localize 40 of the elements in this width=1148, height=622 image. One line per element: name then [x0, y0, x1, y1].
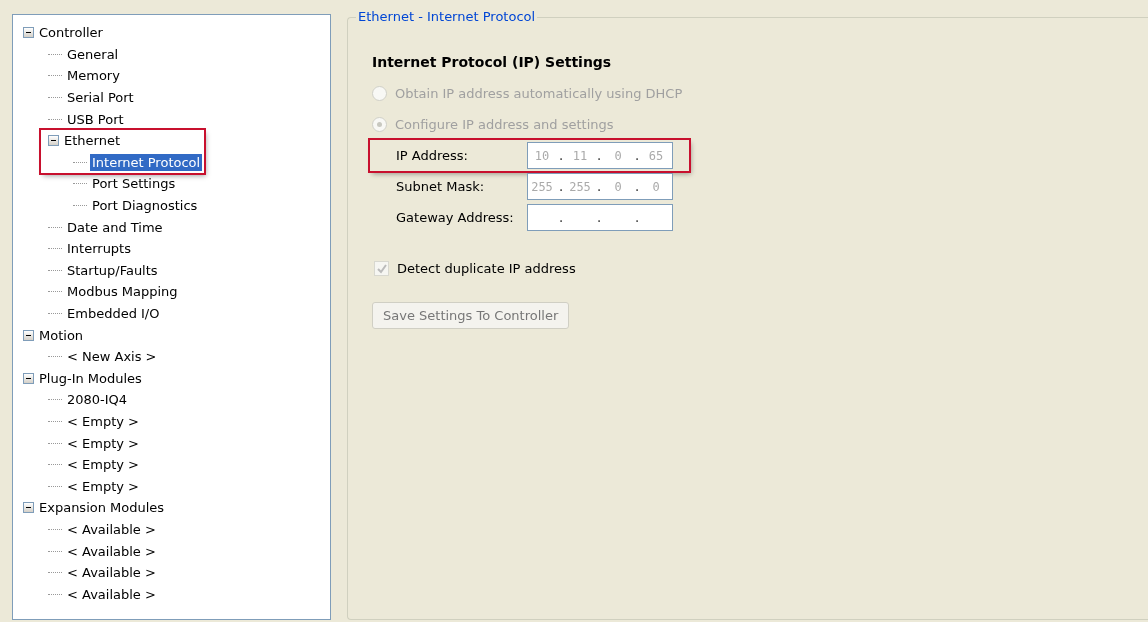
tree-item[interactable]: Plug-In Modules	[37, 369, 144, 387]
collapse-icon[interactable]	[23, 372, 34, 384]
ip-address-field[interactable]: 10 . 11 . 0 . 65	[527, 142, 673, 169]
tree-item[interactable]: Embedded I/O	[65, 305, 162, 322]
tree-item[interactable]: < Available >	[65, 520, 158, 538]
tree-item[interactable]: Date and Time	[65, 218, 165, 236]
tree-item[interactable]: Interrupts	[65, 240, 133, 258]
tree-item[interactable]: General	[65, 45, 121, 63]
ip-address-field[interactable]: . . .	[527, 204, 673, 231]
tree-item[interactable]: < Empty >	[65, 413, 141, 430]
tree-item[interactable]: < Empty >	[65, 477, 141, 495]
tree-item[interactable]: 2080-IQ4	[65, 391, 130, 409]
tree-item[interactable]: Serial Port	[65, 89, 136, 107]
field-label: Subnet Mask:	[396, 179, 486, 194]
collapse-icon[interactable]	[23, 502, 34, 514]
tree-item[interactable]: Expansion Modules	[37, 499, 167, 517]
tree-item[interactable]: < Empty >	[65, 434, 141, 452]
collapse-icon[interactable]	[48, 135, 59, 147]
tree-item[interactable]: < Available >	[65, 585, 158, 603]
tree-item[interactable]: Modbus Mapping	[65, 283, 180, 301]
field-label: Gateway Address:	[396, 210, 515, 225]
tree-item[interactable]: Port Diagnostics	[90, 197, 200, 215]
tree-item[interactable]: Motion	[37, 326, 86, 344]
tree-item[interactable]: USB Port	[65, 110, 126, 128]
section-heading: Internet Protocol (IP) Settings	[372, 54, 613, 70]
tree-item[interactable]: Port Settings	[90, 175, 178, 193]
tree-item[interactable]: < Empty >	[65, 456, 141, 474]
tree-item[interactable]: < New Axis >	[65, 348, 159, 366]
field-label: IP Address:	[396, 148, 469, 163]
collapse-icon[interactable]	[23, 329, 34, 341]
group-title: Ethernet - Internet Protocol	[356, 9, 538, 24]
tree-item[interactable]: Ethernet	[62, 132, 122, 150]
tree-item[interactable]: Memory	[65, 67, 122, 85]
tree-item[interactable]: Internet Protocol	[90, 153, 203, 171]
tree-item[interactable]: < Available >	[65, 564, 158, 582]
tree-item[interactable]: < Available >	[65, 542, 158, 560]
collapse-icon[interactable]	[23, 27, 34, 39]
ip-address-field[interactable]: 255 . 255 . 0 . 0	[527, 173, 673, 200]
tree-item[interactable]: Startup/Faults	[65, 261, 160, 279]
tree-item[interactable]: Controller	[37, 24, 105, 42]
